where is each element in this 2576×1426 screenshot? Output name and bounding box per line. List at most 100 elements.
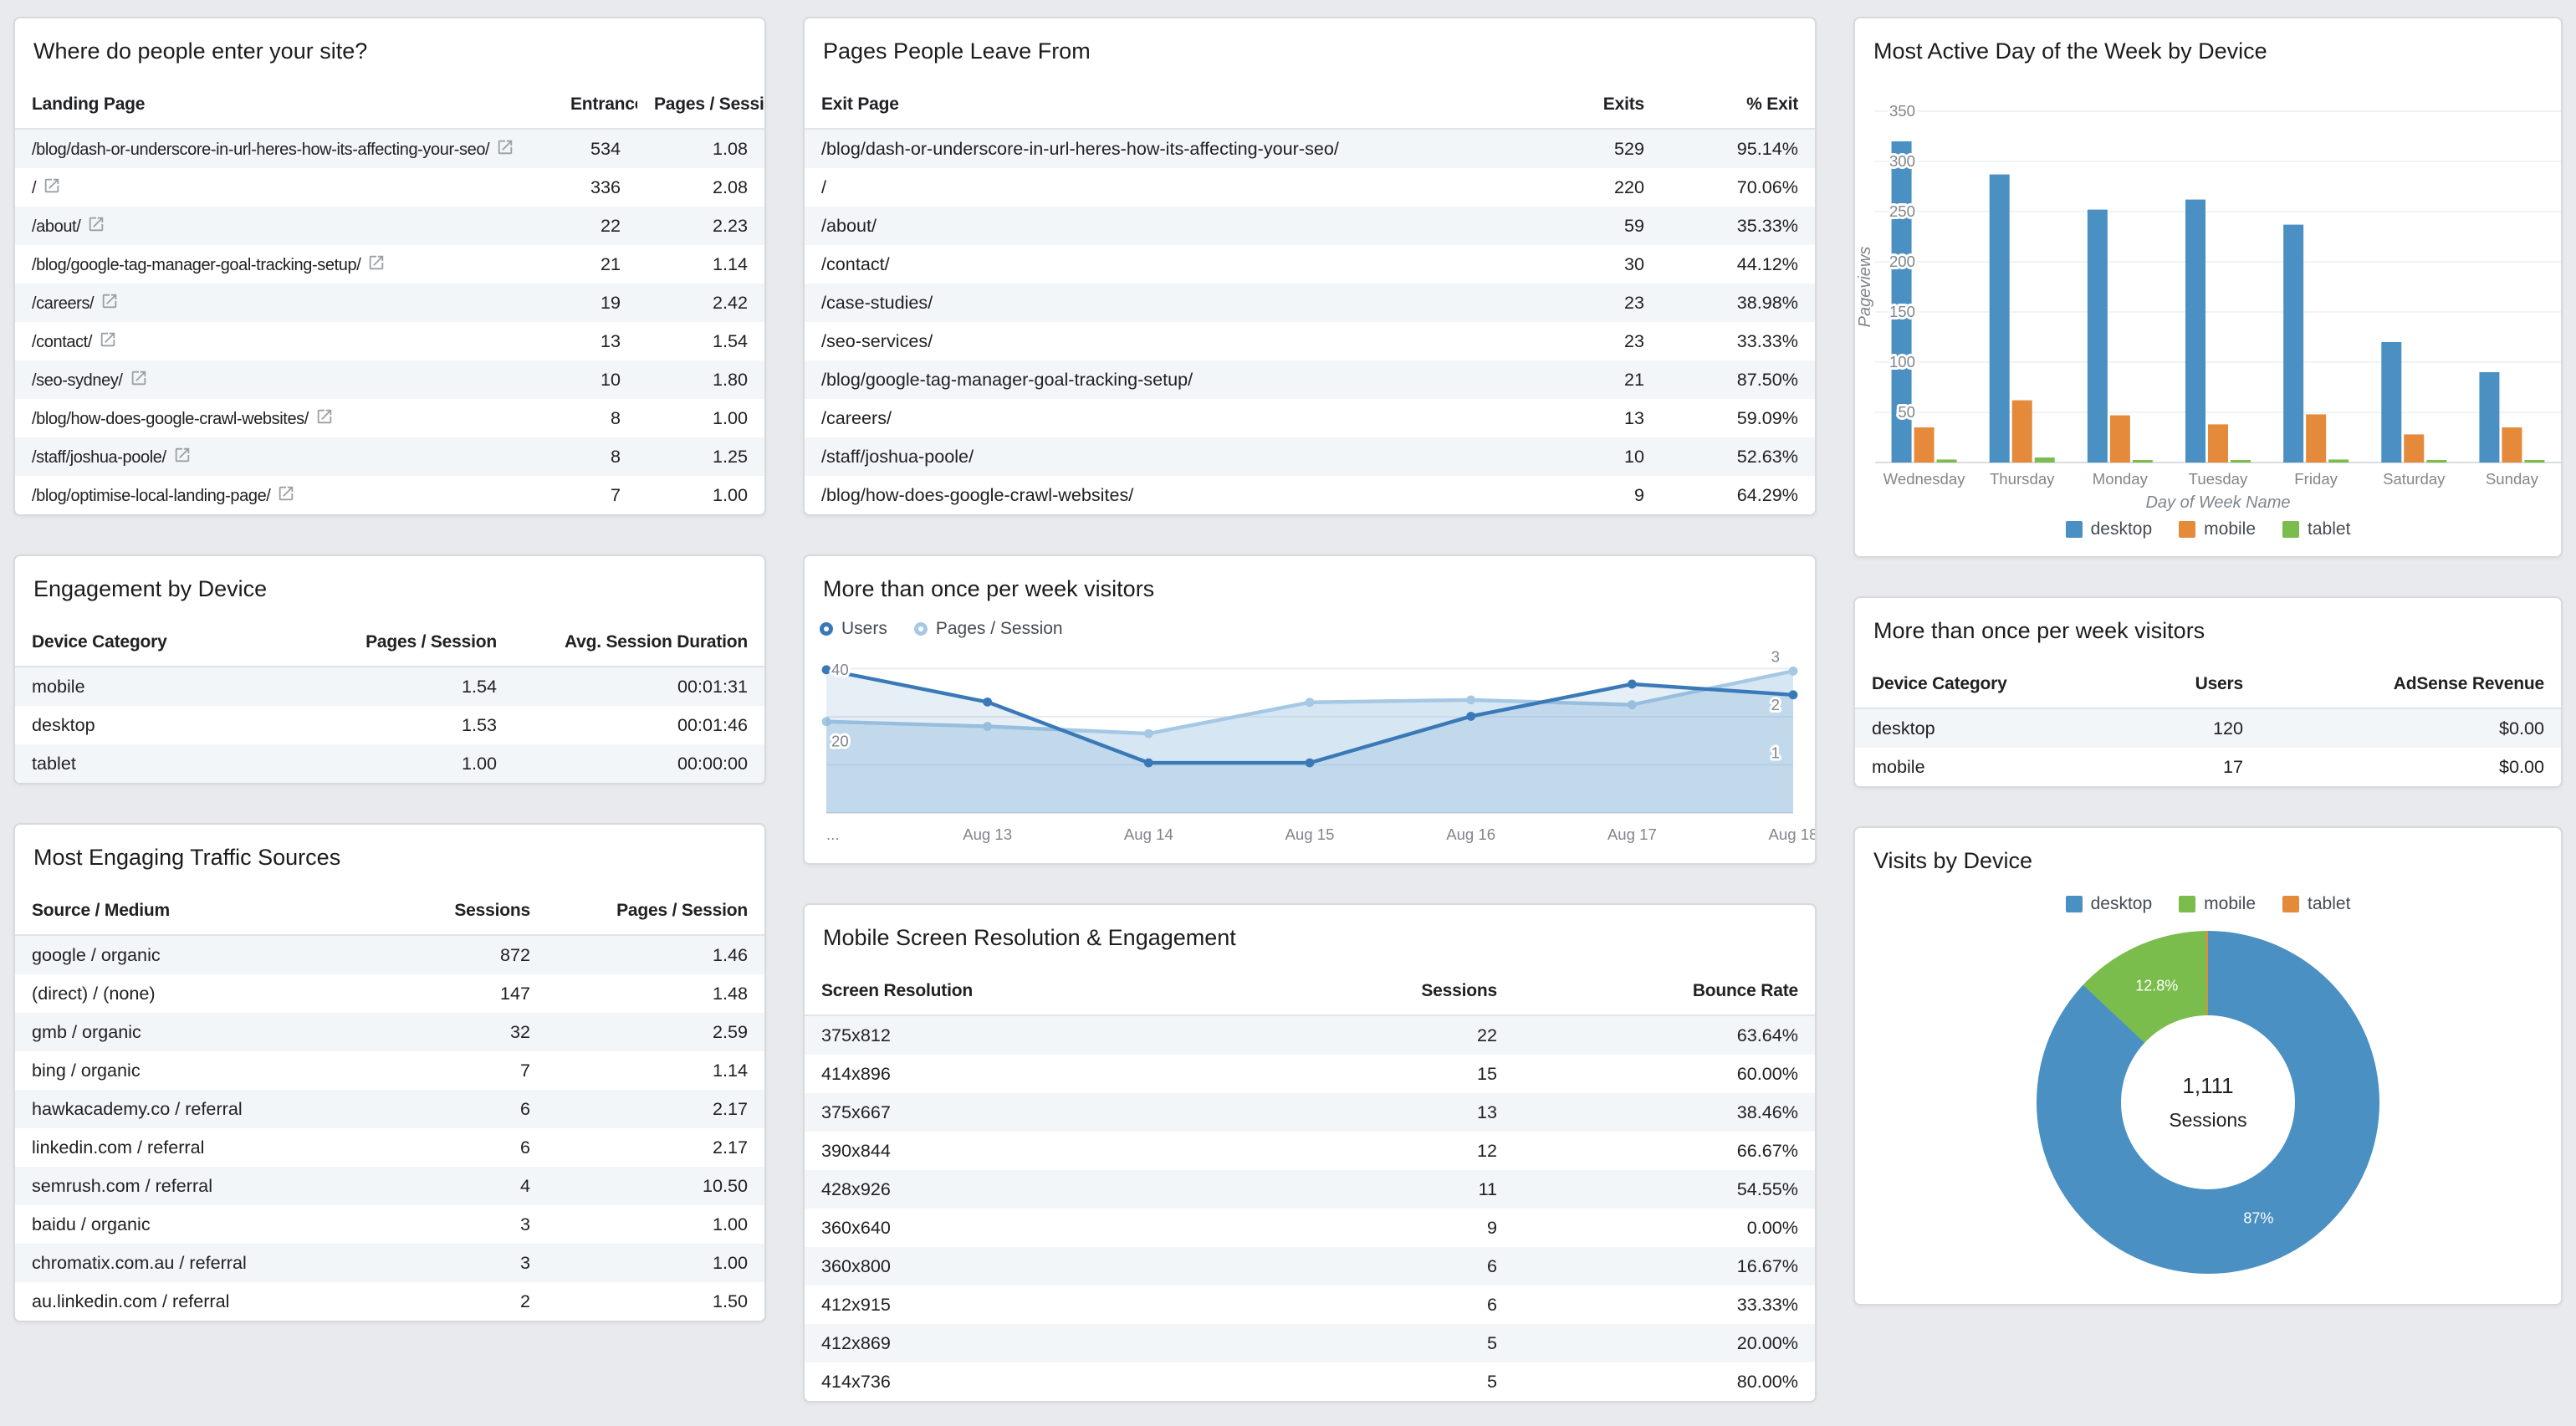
x-tick-label: Aug 13 (963, 825, 1012, 843)
external-link-icon[interactable] (100, 292, 119, 310)
legend-item-mobile[interactable]: mobile (2179, 519, 2256, 539)
bar-tablet[interactable] (2524, 460, 2545, 463)
bar-mobile[interactable] (1914, 427, 1935, 463)
card-mobile-resolution: Mobile Screen Resolution & Engagement Sc… (803, 903, 1817, 1403)
external-link-icon[interactable] (130, 369, 148, 387)
column-header[interactable]: Entrances (554, 81, 637, 130)
bar-tablet[interactable] (2426, 460, 2447, 463)
table-row: baidu / organic 3 1.00 (15, 1205, 764, 1244)
bar-desktop[interactable] (2087, 209, 2108, 463)
column-header[interactable]: Landing Page (15, 81, 554, 130)
data-point[interactable] (821, 665, 831, 675)
data-point[interactable] (1143, 758, 1153, 768)
data-point[interactable] (983, 697, 993, 707)
column-header[interactable]: Pages / Session (637, 81, 764, 130)
line-chart-legend: Users Pages / Session (805, 619, 1815, 649)
data-point[interactable] (1305, 758, 1315, 768)
external-link-icon[interactable] (277, 484, 295, 503)
bar-mobile[interactable] (2502, 427, 2522, 463)
bar-tablet[interactable] (2328, 459, 2349, 463)
data-point[interactable] (1627, 679, 1637, 689)
legend-item-tablet[interactable]: tablet (2282, 894, 2350, 914)
table-cell: 5 (1313, 1362, 1514, 1401)
external-link-icon[interactable] (496, 138, 514, 156)
column-header[interactable]: AdSense Revenue (2260, 661, 2561, 709)
table-cell: /blog/google-tag-manager-goal-tracking-s… (15, 245, 554, 284)
column-header[interactable]: Bounce Rate (1514, 968, 1815, 1016)
column-header[interactable]: Source / Medium (15, 887, 413, 936)
table-cell: 38.46% (1514, 1093, 1815, 1132)
bar-desktop[interactable] (2283, 224, 2304, 463)
card-active-day-chart: Most Active Day of the Week by Device We… (1853, 17, 2563, 558)
table-row: /staff/joshua-poole/10 52.63% (805, 437, 1815, 476)
legend-item-mobile[interactable]: mobile (2179, 894, 2256, 914)
bar-mobile[interactable] (2208, 424, 2228, 463)
card-weekly-visitors-table: More than once per week visitors Device … (1853, 596, 2563, 788)
bar-mobile[interactable] (2109, 415, 2130, 463)
bar-tablet[interactable] (2132, 460, 2153, 463)
cell-text: 17 (2222, 756, 2243, 777)
bar-tablet[interactable] (2231, 460, 2251, 463)
legend-item-pages-session[interactable]: Pages / Session (913, 619, 1063, 639)
table-cell: 00:01:46 (514, 706, 764, 744)
table-cell: 11 (1313, 1170, 1514, 1209)
table-row: / 220 70.06% (805, 168, 1815, 207)
column-header[interactable]: Exit Page (805, 81, 1510, 130)
table-cell: (direct) / (none) (15, 974, 413, 1013)
bar-desktop[interactable] (2381, 342, 2402, 463)
column-header[interactable]: Exits (1510, 81, 1661, 130)
external-link-icon[interactable] (87, 215, 105, 233)
cell-text: gmb / organic (32, 1021, 141, 1042)
data-point[interactable] (1466, 695, 1476, 705)
table-cell: 95.14% (1661, 129, 1815, 168)
column-header[interactable]: Pages / Session (296, 619, 514, 667)
data-point[interactable] (1466, 712, 1476, 721)
data-point[interactable] (1305, 698, 1315, 708)
data-point[interactable] (1788, 666, 1798, 676)
column-header[interactable]: Screen Resolution (805, 968, 1313, 1016)
column-header[interactable]: Device Category (15, 619, 296, 667)
table-row: chromatix.com.au / referral 3 1.00 (15, 1244, 764, 1282)
cell-text: 6 (1486, 1255, 1497, 1276)
external-link-icon[interactable] (173, 446, 192, 464)
legend-item-desktop[interactable]: desktop (2065, 894, 2152, 914)
column-header[interactable]: Sessions (413, 887, 547, 936)
column-header[interactable]: Users (2076, 661, 2260, 709)
cell-text: 1.00 (712, 484, 748, 505)
column-header[interactable]: % Exit (1661, 81, 1815, 130)
cell-text: 390x844 (821, 1140, 891, 1161)
legend-label: mobile (2204, 519, 2257, 539)
cell-text: 1.80 (712, 369, 748, 390)
bar-mobile[interactable] (2011, 400, 2032, 463)
table-row: mobile 1.54 00:01:31 (15, 667, 764, 706)
table-cell: 30 (1510, 245, 1661, 284)
column-header[interactable]: Avg. Session Duration (514, 619, 764, 667)
legend-item-users[interactable]: Users (820, 619, 887, 639)
bar-chart-legend: desktop mobile tablet (1855, 516, 2561, 556)
column-header[interactable]: Pages / Session (547, 887, 764, 936)
legend-item-desktop[interactable]: desktop (2065, 519, 2152, 539)
data-point[interactable] (1143, 728, 1153, 739)
cell-text: 10 (600, 369, 621, 390)
external-link-icon[interactable] (367, 253, 386, 272)
table-cell: 1.00 (547, 1205, 764, 1244)
traffic-sources-table: Source / Medium Sessions Pages / Session go… (15, 887, 764, 1321)
line-chart-area: 1 2 3 40 20... Aug 13 Aug 14 Aug 15 Aug 16 Aug 17… (805, 646, 1815, 863)
bar-desktop[interactable] (2185, 199, 2205, 463)
column-header[interactable]: Device Category (1855, 661, 2076, 709)
bar-tablet[interactable] (2034, 457, 2055, 463)
bar-mobile[interactable] (2404, 434, 2425, 463)
bar-tablet[interactable] (1936, 459, 1957, 463)
bar-mobile[interactable] (2306, 414, 2327, 463)
bar-desktop[interactable] (1989, 174, 2010, 463)
external-link-icon[interactable] (99, 330, 117, 349)
legend-item-tablet[interactable]: tablet (2282, 519, 2350, 539)
cell-text: 66.67% (1736, 1140, 1798, 1161)
external-link-icon[interactable] (43, 176, 61, 195)
data-point[interactable] (1788, 690, 1798, 700)
table-cell: 10 (1510, 437, 1661, 476)
y-axis-title: Pageviews (1856, 247, 1874, 328)
bar-desktop[interactable] (2479, 372, 2500, 463)
external-link-icon[interactable] (315, 407, 334, 426)
column-header[interactable]: Sessions (1313, 968, 1514, 1016)
